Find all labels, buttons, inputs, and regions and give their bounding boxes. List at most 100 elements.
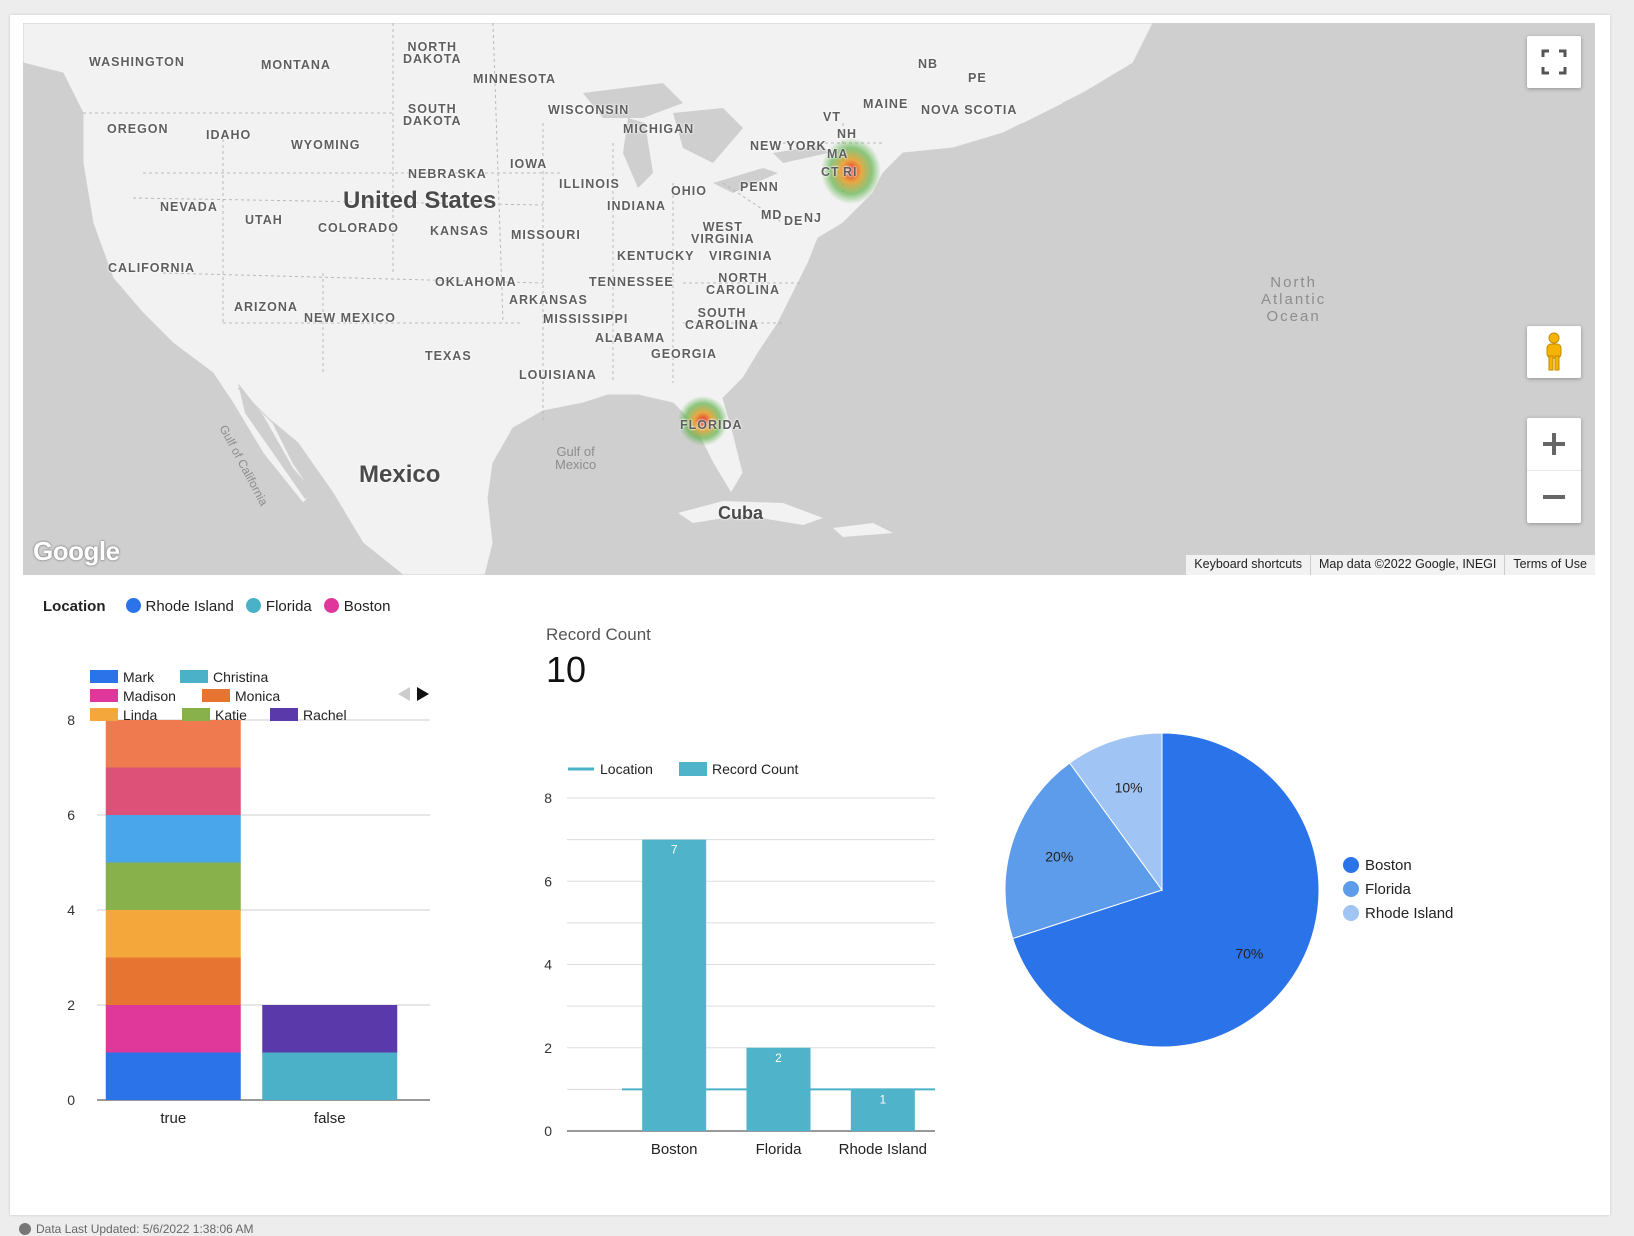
y-tick-label: 8 (67, 712, 75, 728)
map-label: WISCONSIN (548, 103, 630, 117)
map-label: TEXAS (425, 349, 472, 363)
legend-label: Boston (1365, 857, 1412, 874)
pie-slice-label: 10% (1115, 779, 1143, 795)
data-last-updated: Data Last Updated: 5/6/2022 1:38:06 AM (18, 1222, 254, 1236)
zoom-in-button[interactable] (1527, 419, 1581, 471)
map-label: PE (968, 71, 987, 85)
minus-icon (1543, 494, 1565, 499)
location-legend-item[interactable]: Florida (245, 598, 312, 615)
fullscreen-icon (1541, 49, 1567, 75)
bar-segment (105, 862, 241, 910)
map-label: INDIANA (607, 199, 667, 213)
map-label: PENN (740, 180, 779, 194)
map-label: KENTUCKY (617, 249, 695, 263)
map-label: WASHINGTON (89, 55, 185, 69)
location-pie-chart: 70% 20% 10% Boston Florida Rhode Island (1004, 732, 1453, 1048)
map-label: VIRGINIA (709, 249, 773, 263)
legend-prev-icon (398, 687, 410, 701)
map-label: CT (821, 165, 840, 179)
map-label: NORTH DAKOTA (403, 40, 462, 66)
y-tick-label: 6 (544, 873, 552, 889)
legend-label: Madison (123, 688, 176, 704)
y-tick-label: 2 (67, 997, 75, 1013)
legend-swatch (90, 689, 118, 702)
map-label: MONTANA (261, 58, 331, 72)
map-label: MAINE (863, 97, 909, 111)
legend-label: Boston (343, 598, 391, 615)
map-attribution: Keyboard shortcuts Map data ©2022 Google… (1186, 555, 1595, 575)
map-label: DE (784, 214, 804, 228)
legend-next-icon (417, 687, 429, 701)
bar-segment (105, 910, 241, 958)
x-tick-label: Rhode Island (839, 1141, 927, 1158)
map-label: NEVADA (160, 200, 218, 214)
legend-dot (323, 598, 339, 613)
legend-label: Mark (123, 669, 155, 685)
map-label: CALIFORNIA (108, 261, 196, 275)
map-label: MINNESOTA (473, 72, 557, 86)
bar-segment (105, 815, 241, 863)
heatmap-map[interactable]: WASHINGTON MONTANA NORTH DAKOTA MINNESOT… (23, 23, 1595, 575)
map-label: TENNESSEE (589, 275, 674, 289)
x-tick-label: Boston (651, 1141, 698, 1158)
location-legend-item[interactable]: Boston (323, 598, 391, 615)
legend-dot (1343, 881, 1359, 897)
location-bar-chart: 0 2 4 6 8 7 Boston 2 Florida 1 Rhode Island Locatio… (544, 761, 935, 1158)
legend-dot (125, 598, 141, 613)
y-tick-label: 4 (67, 902, 75, 918)
map-label: UTAH (245, 213, 283, 227)
map-label: NORTH CAROLINA (706, 271, 780, 297)
pie-slice-label: 70% (1235, 945, 1263, 961)
bar-data-label: 1 (879, 1092, 886, 1106)
bar-data-label: 7 (671, 843, 678, 857)
legend-label: Linda (123, 707, 157, 723)
map-label: NOVA SCOTIA (921, 103, 1018, 117)
location-legend-item[interactable]: Rhode Island (125, 598, 234, 615)
y-tick-label: 6 (67, 807, 75, 823)
street-view-pegman-button[interactable] (1527, 326, 1581, 378)
zoom-control (1527, 418, 1581, 523)
bar-segment (105, 1052, 241, 1100)
map-label: NB (918, 57, 939, 71)
map-label: SOUTH CAROLINA (685, 306, 759, 332)
info-icon (19, 1223, 31, 1235)
map-label: FLORIDA (680, 418, 743, 432)
legend-label: Katie (215, 707, 247, 723)
legend-label: Rachel (303, 707, 347, 723)
map-label: NH (837, 127, 858, 141)
map-label: MISSOURI (511, 228, 581, 242)
legend-swatch (182, 708, 210, 721)
map-label: RI (843, 165, 858, 179)
map-label: COLORADO (318, 221, 399, 235)
keyboard-shortcuts-link[interactable]: Keyboard shortcuts (1186, 555, 1310, 575)
map-label: GEORGIA (651, 347, 718, 361)
map-label: NEBRASKA (408, 167, 487, 181)
bar (642, 839, 707, 1131)
legend-dot (245, 598, 261, 613)
map-label-country: United States (343, 187, 497, 214)
map-label: NEW YORK (750, 139, 827, 153)
map-label: KANSAS (430, 224, 489, 238)
map-label-country: Cuba (718, 503, 763, 523)
legend-label: Monica (235, 688, 280, 704)
map-label-water: North Atlantic Ocean (1261, 274, 1327, 325)
legend-swatch (180, 670, 208, 683)
map-data-attribution: Map data ©2022 Google, INEGI (1309, 555, 1504, 575)
map-label: SOUTH DAKOTA (403, 102, 462, 128)
pie-slice-label: 20% (1045, 849, 1073, 865)
map-label: VT (823, 110, 841, 124)
y-tick-label: 8 (544, 790, 552, 806)
location-legend: Location Rhode Island Florida Boston (43, 598, 402, 615)
terms-of-use-link[interactable]: Terms of Use (1504, 555, 1595, 575)
x-tick-label: true (160, 1110, 186, 1127)
zoom-out-button[interactable] (1527, 471, 1581, 523)
bar-segment (105, 767, 241, 815)
bar-segment (105, 720, 241, 768)
map-label: OKLAHOMA (435, 275, 517, 289)
bar-segment (105, 1005, 241, 1053)
report-card: WASHINGTON MONTANA NORTH DAKOTA MINNESOT… (10, 15, 1610, 1215)
map-label-country: Mexico (359, 461, 441, 488)
map-label: IOWA (510, 157, 548, 171)
fullscreen-button[interactable] (1527, 36, 1581, 88)
legend-label: Location (600, 761, 653, 777)
